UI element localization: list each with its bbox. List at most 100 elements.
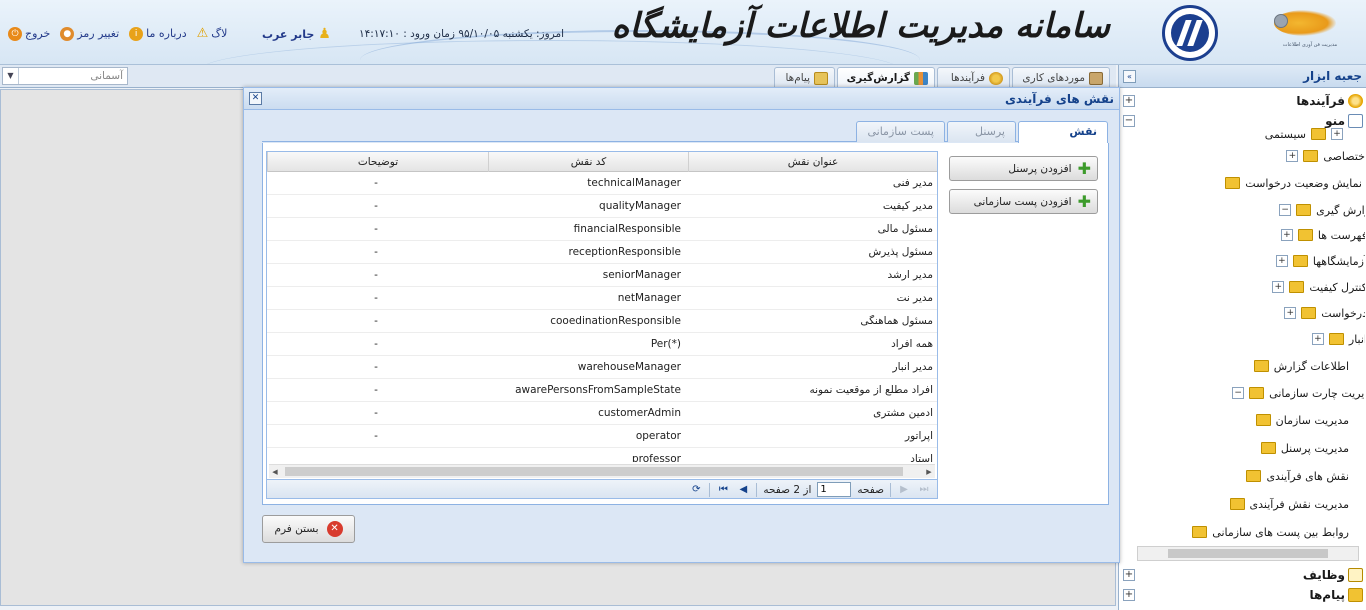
page-label: صفحه — [857, 483, 884, 496]
close-window-button[interactable]: ✕ — [249, 92, 262, 105]
collapse-sidebar-button[interactable]: « — [1123, 69, 1136, 83]
tree-item[interactable]: + فهرست ها — [1280, 225, 1365, 245]
first-page-icon[interactable]: ⏭ — [917, 483, 931, 497]
column-header-code[interactable]: کد نقش — [488, 152, 688, 172]
cell-role-code: netManager — [617, 292, 681, 304]
tab-org-post[interactable]: پست سازمانی — [856, 121, 945, 142]
add-org-post-button[interactable]: افزودن پست سازمانی ✚ — [949, 189, 1098, 214]
expand-icon[interactable]: + — [1286, 150, 1299, 162]
folder-icon — [1225, 177, 1241, 189]
tree-item[interactable]: + آزمایشگاهها — [1275, 251, 1365, 271]
expand-icon[interactable]: + — [1123, 95, 1135, 107]
cell-role-code: technicalManager — [587, 177, 681, 189]
tab-work-items[interactable]: موردهای کاری — [1012, 67, 1110, 88]
collapse-icon[interactable]: − — [1123, 115, 1135, 127]
tree-item[interactable]: اطلاعات گزارش — [1253, 356, 1349, 376]
tab-process-role[interactable]: نقش فرآیندی — [1018, 121, 1108, 158]
page-number-input[interactable] — [817, 482, 852, 497]
log-link[interactable]: ⚠ لاگ — [197, 26, 228, 41]
table-row[interactable]: مدیر انبار warehouseManager - — [267, 356, 937, 379]
scroll-right-icon[interactable]: ▶ — [923, 465, 935, 479]
accordion-messages[interactable]: + پیام‌ها — [1119, 584, 1366, 606]
mail-icon — [814, 71, 828, 85]
exit-label: خروج — [25, 27, 51, 40]
tree-item[interactable]: مدیریت نقش فرآیندی — [1229, 494, 1349, 514]
chevron-down-icon[interactable]: ▼ — [3, 68, 19, 84]
column-header-title[interactable]: عنوان نقش — [688, 152, 937, 172]
expand-icon[interactable]: + — [1311, 333, 1324, 345]
table-row[interactable]: مدیر نت netManager - — [267, 287, 937, 310]
previous-page-icon[interactable]: ▶ — [897, 483, 911, 497]
table-row[interactable]: مدیر کیفیت qualityManager - — [267, 195, 937, 218]
scrollbar-thumb[interactable] — [285, 467, 903, 476]
folder-icon — [1253, 360, 1269, 372]
change-password-link[interactable]: ● تغییر رمز — [60, 26, 119, 41]
exit-link[interactable]: ⏻ خروج — [8, 26, 51, 41]
scrollbar-thumb[interactable] — [1168, 549, 1328, 558]
tree-item[interactable]: نقش های فرآیندی — [1246, 466, 1349, 486]
accordion-processes[interactable]: + فرآیندها — [1119, 90, 1366, 112]
tab-reporting[interactable]: گزارش‌گیری — [837, 67, 935, 88]
theme-select[interactable]: ▼ آسمانی — [2, 67, 128, 85]
expand-icon[interactable]: + — [1284, 307, 1297, 319]
cell-role-title: مدیر نت — [896, 292, 933, 304]
next-page-icon[interactable]: ◀ — [736, 483, 750, 497]
tab-processes[interactable]: فرآیندها — [937, 67, 1010, 88]
collapse-icon[interactable]: − — [1232, 387, 1245, 399]
table-row[interactable]: مسئول مالی financialResponsible - — [267, 218, 937, 241]
table-row[interactable]: همه افراد Per(*) - — [267, 333, 937, 356]
table-row[interactable]: استاد professor — [267, 448, 937, 462]
plus-icon: ✚ — [1077, 191, 1091, 211]
table-row[interactable]: اپراتور operator - — [267, 425, 937, 448]
tree-item[interactable]: + اختصاصی — [1286, 146, 1365, 166]
tree-item[interactable]: نمایش وضعیت درخواست — [1225, 173, 1362, 193]
tree-item[interactable]: مدیریت پرسنل — [1260, 438, 1349, 458]
tree-item[interactable]: مدیریت سازمان — [1255, 410, 1349, 430]
log-label: لاگ — [211, 27, 228, 40]
scroll-left-icon[interactable]: ◀ — [269, 465, 281, 479]
expand-icon[interactable]: + — [1123, 589, 1135, 601]
tree-item[interactable]: − گزارش گیری — [1279, 200, 1365, 220]
tab-messages[interactable]: پیام‌ها — [774, 67, 835, 88]
cell-role-title: همه افراد — [891, 338, 933, 350]
tree-item-label: کنترل کیفیت — [1309, 280, 1365, 294]
about-link[interactable]: i درباره ما — [129, 26, 187, 41]
table-row[interactable]: افراد مطلع از موقعیت نمونه awarePersonsFr… — [267, 379, 937, 402]
folder-icon — [1311, 128, 1326, 140]
tree-item[interactable]: + درخواست — [1284, 303, 1365, 323]
tree-item[interactable]: − مدیریت چارت سازمانی — [1232, 383, 1365, 403]
table-row[interactable]: مدیر ارشد seniorManager - — [267, 264, 937, 287]
close-form-button[interactable]: ✕ بستن فرم — [262, 515, 355, 543]
window-title: نقش های فرآیندی — [1004, 91, 1114, 106]
grid-body: مدیر فنی technicalManager - مدیر کیفیت quali… — [267, 172, 937, 462]
table-row[interactable]: مسئول پذیرش receptionResponsible - — [267, 241, 937, 264]
table-row[interactable]: ادمین مشتری customerAdmin - — [267, 402, 937, 425]
table-row[interactable]: مدیر فنی technicalManager - — [267, 172, 937, 195]
expand-icon[interactable]: + — [1275, 255, 1288, 267]
close-icon: ✕ — [326, 521, 343, 537]
expand-icon[interactable]: + — [1331, 128, 1343, 140]
roles-grid: عنوان نقش کد نقش توضیحات مدیر فنی technic… — [266, 151, 938, 499]
last-page-icon[interactable]: ⏮ — [716, 483, 730, 497]
table-row[interactable]: مسئول هماهنگی cooedinationResponsible - — [267, 310, 937, 333]
column-header-desc[interactable]: توضیحات — [267, 152, 488, 172]
expand-icon[interactable]: + — [1272, 281, 1285, 293]
refresh-icon[interactable]: ⟳ — [689, 483, 703, 497]
accordion-tasks[interactable]: + وظایف — [1119, 564, 1366, 586]
cell-description: - — [374, 407, 378, 419]
tab-personnel[interactable]: پرسنل — [947, 121, 1016, 142]
tree-item[interactable]: + انبار — [1311, 329, 1365, 349]
tree-item-label: درخواست — [1321, 306, 1365, 320]
tree-item[interactable]: + کنترل کیفیت — [1272, 277, 1365, 297]
collapse-icon[interactable]: − — [1279, 204, 1292, 216]
folder-icon — [1296, 204, 1312, 216]
expand-icon[interactable]: + — [1123, 569, 1135, 581]
tree-item[interactable]: روابط بین پست های سازمانی — [1192, 522, 1349, 542]
tree-item[interactable]: + سیستمی — [1265, 128, 1343, 144]
sidebar-horizontal-scrollbar[interactable] — [1137, 546, 1359, 561]
add-personnel-button[interactable]: افزودن پرسنل ✚ — [949, 156, 1098, 181]
grid-horizontal-scrollbar[interactable]: ◀ ▶ — [269, 464, 935, 478]
plus-icon: ✚ — [1077, 158, 1091, 178]
system-logo — [1162, 5, 1218, 61]
expand-icon[interactable]: + — [1280, 229, 1293, 241]
